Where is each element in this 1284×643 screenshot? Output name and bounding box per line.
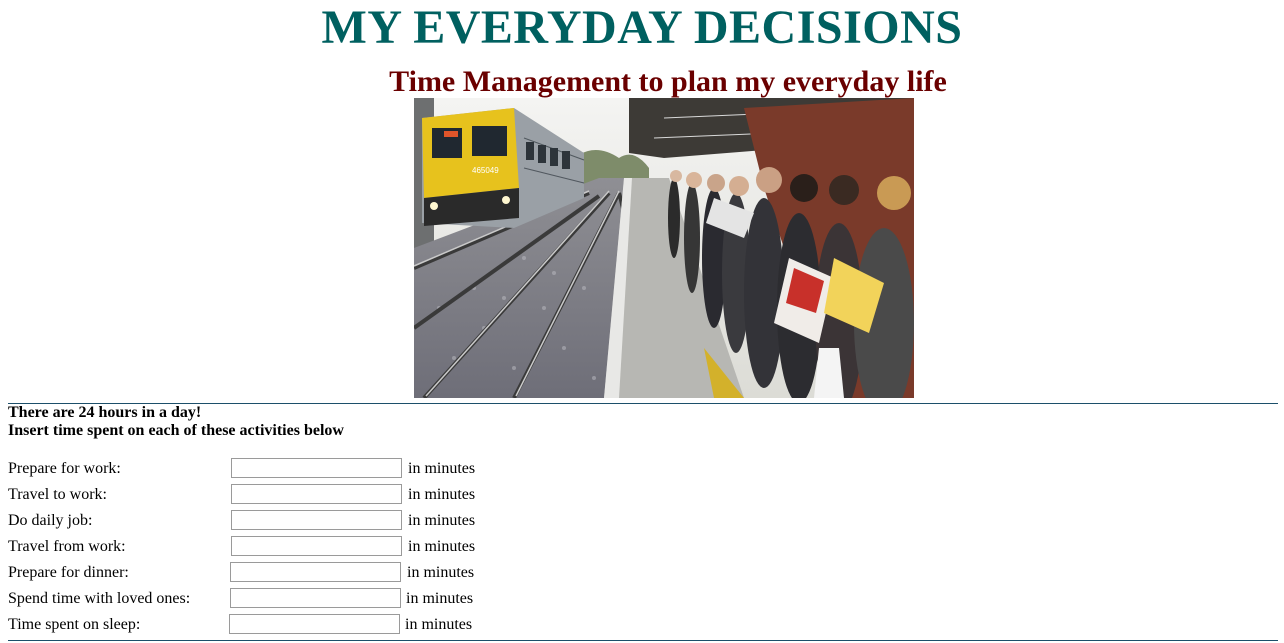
prepare-for-work-unit: in minutes	[408, 460, 476, 477]
instructions: There are 24 hours in a day! Insert time…	[8, 404, 344, 440]
spend-time-with-loved-ones-input[interactable]	[230, 588, 401, 608]
train-number: 465049	[472, 166, 499, 175]
prepare-for-dinner-input[interactable]	[230, 562, 401, 582]
do-daily-job-label: Do daily job:	[8, 512, 93, 529]
prepare-for-dinner-label: Prepare for dinner:	[8, 564, 129, 581]
prepare-for-work-label: Prepare for work:	[8, 460, 121, 477]
page-subtitle: Time Management to plan my everyday life	[389, 65, 947, 98]
travel-from-work-unit: in minutes	[408, 538, 476, 555]
prepare-for-dinner-unit: in minutes	[407, 564, 475, 581]
travel-to-work-unit: in minutes	[408, 486, 476, 503]
intro-line-2: Insert time spent on each of these activ…	[8, 422, 344, 439]
spend-time-with-loved-ones-label: Spend time with loved ones:	[8, 590, 191, 607]
do-daily-job-input[interactable]	[231, 510, 402, 530]
travel-to-work-label: Travel to work:	[8, 486, 107, 503]
railway-platform-photo: 465049	[414, 98, 914, 398]
time-spent-on-sleep-label: Time spent on sleep:	[8, 616, 141, 633]
time-spent-on-sleep-input[interactable]	[229, 614, 400, 634]
spend-time-with-loved-ones-unit: in minutes	[406, 590, 474, 607]
time-spent-on-sleep-unit: in minutes	[405, 616, 473, 633]
travel-from-work-input[interactable]	[231, 536, 402, 556]
prepare-for-work-input[interactable]	[231, 458, 402, 478]
do-daily-job-unit: in minutes	[408, 512, 476, 529]
page-title: MY EVERYDAY DECISIONS	[321, 1, 963, 54]
bottom-divider	[8, 640, 1278, 641]
travel-to-work-input[interactable]	[231, 484, 402, 504]
travel-from-work-label: Travel from work:	[8, 538, 126, 555]
intro-line-1: There are 24 hours in a day!	[8, 404, 202, 421]
